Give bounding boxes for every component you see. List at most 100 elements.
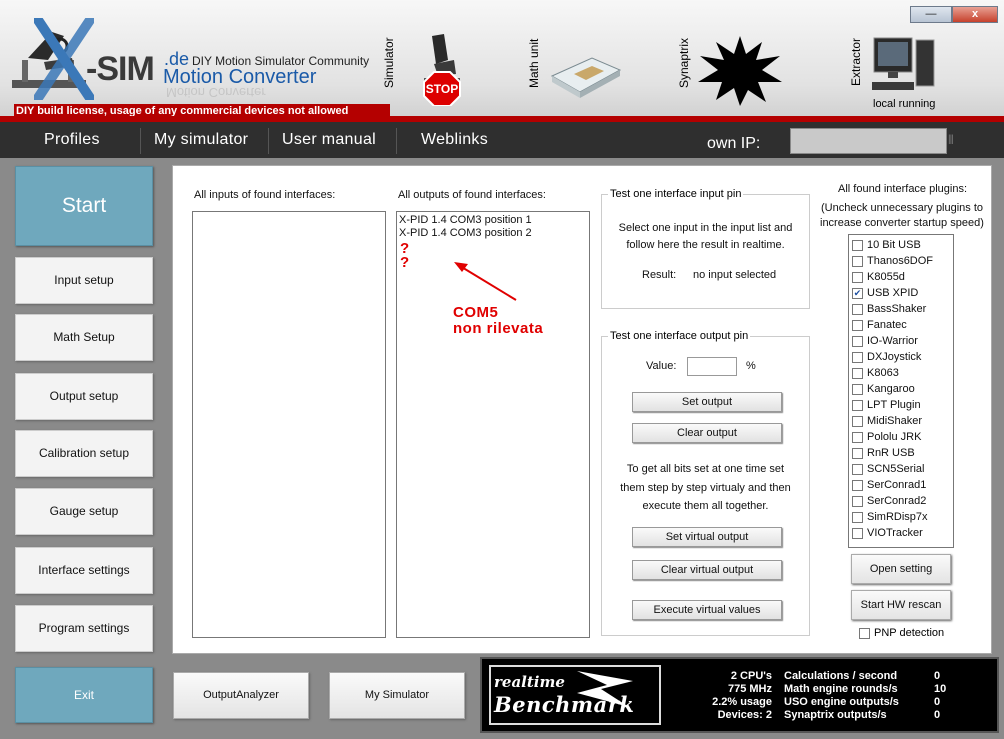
ip-grip: ||| [948,134,954,145]
minimize-button[interactable]: — [910,6,952,23]
plugin-checkbox[interactable] [852,271,863,283]
math-setup-button[interactable]: Math Setup [15,314,153,361]
interface-settings-button[interactable]: Interface settings [15,547,153,594]
program-settings-button[interactable]: Program settings [15,605,153,652]
missing-output-mark: ? [400,254,410,271]
plugin-checkbox[interactable] [852,527,863,539]
plugin-item[interactable]: 10 Bit USB [849,237,953,253]
menu-weblinks[interactable]: Weblinks [421,131,488,149]
output-analyzer-button[interactable]: OutputAnalyzer [173,672,309,719]
list-item[interactable]: X-PID 1.4 COM3 position 1 [397,214,589,227]
plugin-item[interactable]: Kangaroo [849,381,953,397]
input-setup-button[interactable]: Input setup [15,257,153,304]
plugin-item[interactable]: SerConrad1 [849,477,953,493]
plugin-item[interactable]: MidiShaker [849,413,953,429]
plugin-checkbox[interactable] [852,415,863,427]
start-hw-rescan-button[interactable]: Start HW rescan [851,590,951,620]
plugin-checkbox[interactable] [852,447,863,459]
start-button[interactable]: Start [15,166,153,246]
plugin-checkbox[interactable] [852,399,863,411]
plugin-item[interactable]: LPT Plugin [849,397,953,413]
plugin-item[interactable]: DXJoystick [849,349,953,365]
plugin-checkbox[interactable]: ✔ [852,287,863,299]
gauge-setup-button[interactable]: Gauge setup [15,488,153,535]
stop-sign-text: STOP [426,82,458,96]
plugin-checkbox[interactable] [852,239,863,251]
plugin-checkbox[interactable] [852,367,863,379]
computer-icon[interactable] [870,36,938,98]
pnp-detection-checkbox[interactable]: PNP detection [859,627,944,639]
plugin-checkbox[interactable] [852,495,863,507]
clear-virtual-output-button[interactable]: Clear virtual output [632,560,782,580]
plugins-subtitle: increase converter startup speed) [820,217,984,229]
calculations-label: Calculations / second [784,670,898,682]
open-setting-button[interactable]: Open setting [851,554,951,584]
simulator-stop-icon[interactable]: STOP [414,30,470,106]
plugin-item[interactable]: BassShaker [849,301,953,317]
extractor-label: Extractor [849,37,863,86]
simulator-label: Simulator [382,37,396,88]
math-engine-label: Math engine rounds/s [784,683,898,695]
output-setup-button[interactable]: Output setup [15,373,153,420]
plugin-checkbox[interactable] [852,319,863,331]
plugin-label: MidiShaker [867,415,923,427]
plugin-label: DXJoystick [867,351,922,363]
plugin-checkbox[interactable] [852,303,863,315]
execute-virtual-values-button[interactable]: Execute virtual values [632,600,782,620]
output-value-input[interactable] [687,357,737,376]
synaptrix-burst-icon[interactable] [698,36,782,106]
plugin-item[interactable]: IO-Warrior [849,333,953,349]
plugins-list[interactable]: 10 Bit USB Thanos6DOF K8055d ✔ USB XPID BassS… [848,234,954,548]
plugin-item[interactable]: ✔ USB XPID [849,285,953,301]
plugin-checkbox[interactable] [852,351,863,363]
extractor-status: local running [873,98,936,110]
plugin-checkbox[interactable] [852,479,863,491]
my-simulator-button[interactable]: My Simulator [329,672,465,719]
plugin-item[interactable]: K8063 [849,365,953,381]
plugins-title: All found interface plugins: [838,183,968,195]
menu-my-simulator[interactable]: My simulator [154,131,248,149]
plugin-item[interactable]: SCN5Serial [849,461,953,477]
synaptrix-outputs-label: Synaptrix outputs/s [784,709,887,721]
system-info: 2 CPU's 775 MHz 2.2% usage Devices: 2 [692,670,772,722]
plugin-item[interactable]: VIOTracker [849,525,953,541]
plugin-item[interactable]: Fanatec [849,317,953,333]
math-unit-label: Math unit [527,38,541,88]
benchmark-labels: Calculations / second Math engine rounds… [784,670,899,722]
calculations-value: 0 [934,670,941,682]
plugin-label: BassShaker [867,303,927,315]
plugin-item[interactable]: RnR USB [849,445,953,461]
plugin-item[interactable]: Pololu JRK [849,429,953,445]
exit-button[interactable]: Exit [15,667,153,723]
clear-output-button[interactable]: Clear output [632,423,782,443]
plugin-label: Fanatec [867,319,907,331]
synaptrix-outputs-value: 0 [934,709,941,721]
plugin-checkbox[interactable] [852,431,863,443]
calibration-setup-button[interactable]: Calibration setup [15,430,153,477]
set-output-button[interactable]: Set output [632,392,782,412]
plugin-item[interactable]: Thanos6DOF [849,253,953,269]
virtual-output-instructions: them step by step virtualy and then [620,482,791,494]
checkbox[interactable] [859,627,870,639]
result-value: no input selected [693,269,777,281]
x-logo-icon [34,18,94,100]
plugin-label: SimRDisp7x [867,511,928,523]
plugin-checkbox[interactable] [852,463,863,475]
plugin-item[interactable]: SerConrad2 [849,493,953,509]
benchmark-logo-top: realtime [494,673,565,691]
plugin-label: RnR USB [867,447,915,459]
cpu-chip-icon[interactable] [548,52,622,100]
plugin-checkbox[interactable] [852,335,863,347]
plugin-checkbox[interactable] [852,383,863,395]
close-button[interactable]: x [952,6,998,23]
inputs-list[interactable] [192,211,386,638]
plugin-checkbox[interactable] [852,511,863,523]
plugin-item[interactable]: K8055d [849,269,953,285]
plugin-item[interactable]: SimRDisp7x [849,509,953,525]
menu-user-manual[interactable]: User manual [282,131,376,149]
uso-engine-value: 0 [934,696,941,708]
set-virtual-output-button[interactable]: Set virtual output [632,527,782,547]
list-item[interactable]: X-PID 1.4 COM3 position 2 [397,227,589,240]
menu-profiles[interactable]: Profiles [44,131,100,149]
plugin-checkbox[interactable] [852,255,863,267]
